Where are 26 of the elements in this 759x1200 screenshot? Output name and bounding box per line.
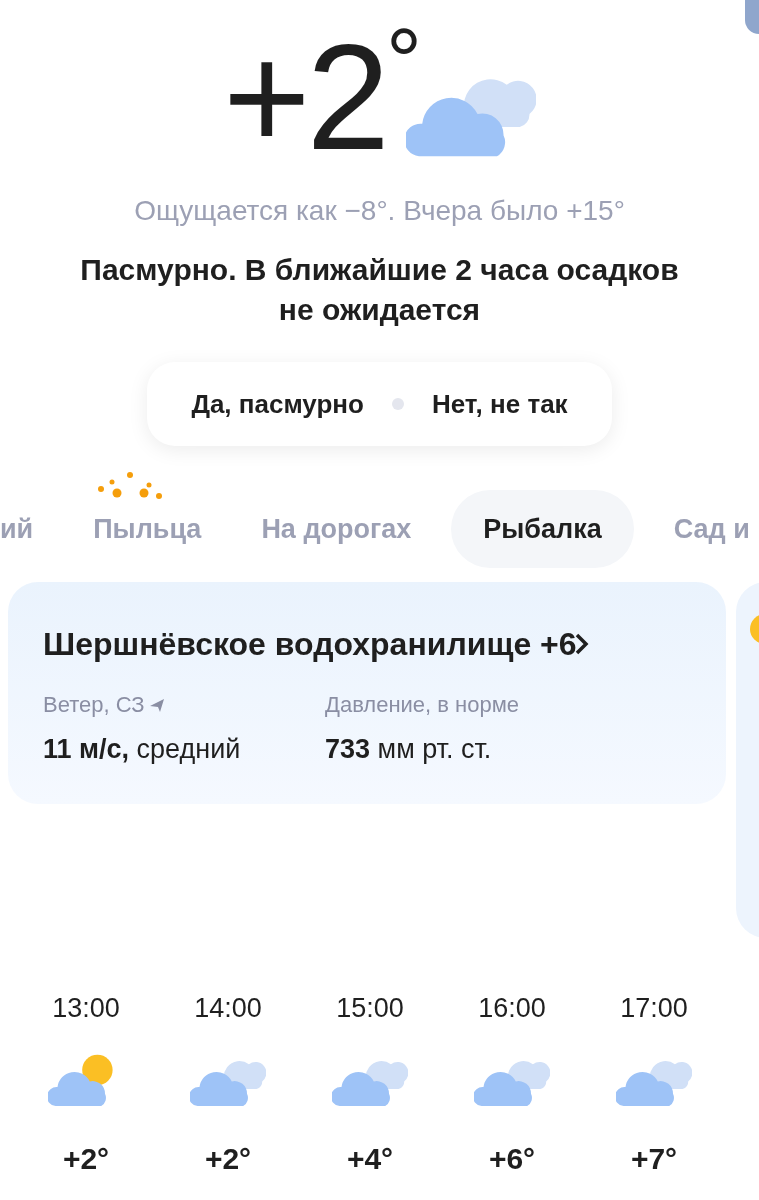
hour-time: 14:00 bbox=[194, 992, 262, 1025]
hour-temperature: +2° bbox=[62, 1140, 110, 1177]
pressure-value: 733 мм рт. ст. bbox=[325, 733, 493, 766]
hour-temperature: +6° bbox=[488, 1140, 536, 1177]
pressure-label: Давление, в норме bbox=[325, 692, 520, 717]
chevron-right-icon bbox=[574, 633, 589, 655]
wind-direction-icon bbox=[148, 696, 165, 713]
fishing-card[interactable]: Шершнёвское водохранилище +6 Ветер, СЗ 11 м/с, средний Давление, в норме 733 мм рт. ст. bbox=[8, 582, 726, 804]
reservoir-title: Шершнёвское водохранилище +6 bbox=[43, 625, 577, 664]
degree-sign: ° bbox=[386, 16, 422, 106]
feels-like-text: Ощущается как −8°. Вчера было +15° bbox=[133, 194, 626, 228]
hour-time: 15:00 bbox=[336, 992, 404, 1025]
hour-time: 13:00 bbox=[52, 992, 120, 1025]
no-button[interactable]: Нет, не так bbox=[431, 384, 568, 424]
hour-temperature: +7° bbox=[630, 1140, 678, 1177]
yes-button[interactable]: Да, пасмурно bbox=[191, 384, 364, 424]
hour-time: 17:00 bbox=[620, 992, 688, 1025]
panel-edge bbox=[745, 0, 759, 34]
hour-temperature: +2° bbox=[204, 1140, 252, 1177]
category-tab[interactable]: Рыбалка bbox=[451, 490, 634, 568]
current-temperature: +2 bbox=[223, 22, 386, 172]
hour-time: 16:00 bbox=[478, 992, 546, 1025]
wind-value: 11 м/с, средний bbox=[43, 733, 242, 766]
weather-summary: Пасмурно. В ближайшие 2 часа осадков не ожидается bbox=[79, 252, 680, 328]
hour-temperature: +4° bbox=[346, 1140, 394, 1177]
wind-label: Ветер, СЗ bbox=[43, 691, 145, 719]
